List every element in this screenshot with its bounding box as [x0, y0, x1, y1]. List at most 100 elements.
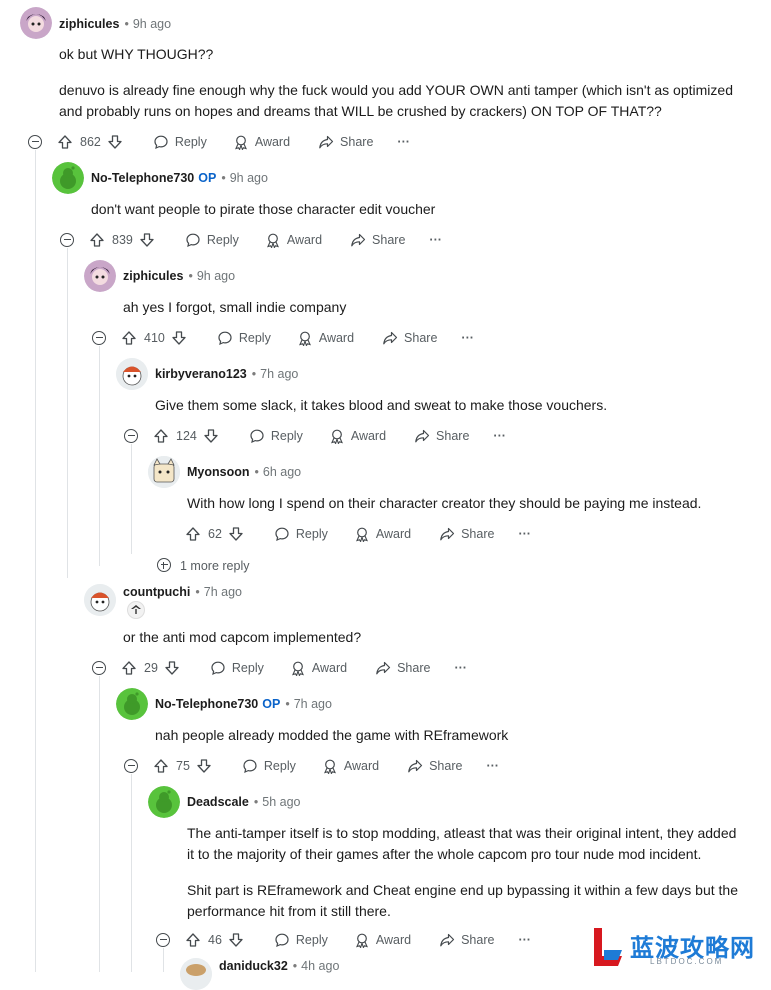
avatar[interactable] — [116, 358, 148, 390]
vote-count: 839 — [112, 233, 133, 247]
collapse-thread-icon[interactable] — [124, 429, 138, 443]
upvote-icon[interactable] — [185, 526, 201, 542]
downvote-icon[interactable] — [203, 428, 219, 444]
avatar[interactable] — [84, 584, 116, 616]
downvote-icon[interactable] — [196, 758, 212, 774]
avatar[interactable] — [20, 7, 52, 39]
upvote-icon[interactable] — [153, 758, 169, 774]
downvote-icon[interactable] — [228, 932, 244, 948]
username-link[interactable]: daniduck32 — [219, 959, 288, 973]
award-button[interactable]: Award — [233, 134, 290, 150]
collapse-thread-icon[interactable] — [92, 331, 106, 345]
username-link[interactable]: kirbyverano123 — [155, 367, 247, 381]
share-button[interactable]: Share — [350, 232, 405, 248]
reply-button[interactable]: Reply — [185, 232, 239, 248]
expand-replies-icon[interactable] — [157, 558, 171, 572]
upvote-icon[interactable] — [89, 232, 105, 248]
award-button[interactable]: Award — [329, 428, 386, 444]
comment-timestamp[interactable]: 9h ago — [133, 17, 171, 31]
more-options-button[interactable]: ··· — [397, 135, 410, 149]
avatar[interactable] — [84, 260, 116, 292]
username-link[interactable]: No-Telephone730 — [91, 171, 194, 185]
reply-icon — [210, 660, 226, 676]
collapse-thread-icon[interactable] — [124, 759, 138, 773]
avatar[interactable] — [180, 958, 212, 990]
reply-button[interactable]: Reply — [242, 758, 296, 774]
reply-button[interactable]: Reply — [217, 330, 271, 346]
reply-button[interactable]: Reply — [249, 428, 303, 444]
award-button[interactable]: Award — [265, 232, 322, 248]
comment-timestamp[interactable]: 5h ago — [262, 795, 300, 809]
more-options-button[interactable]: ··· — [518, 933, 531, 947]
avatar[interactable] — [52, 162, 84, 194]
share-button[interactable]: Share — [439, 526, 494, 542]
comment-meta: Myonsoon • 6h ago — [187, 464, 301, 480]
reply-button[interactable]: Reply — [274, 932, 328, 948]
reply-button[interactable]: Reply — [274, 526, 328, 542]
vote-group: 29 — [121, 660, 180, 676]
collapse-thread-icon[interactable] — [28, 135, 42, 149]
share-button[interactable]: Share — [439, 932, 494, 948]
reply-label: Reply — [295, 933, 328, 947]
username-link[interactable]: ziphicules — [123, 269, 183, 283]
vote-count: 124 — [176, 429, 197, 443]
more-replies-link[interactable]: 1 more reply — [180, 559, 249, 573]
more-options-button[interactable]: ··· — [493, 429, 506, 443]
username-link[interactable]: ziphicules — [59, 17, 119, 31]
award-button[interactable]: Award — [290, 660, 347, 676]
award-button[interactable]: Award — [354, 526, 411, 542]
avatar[interactable] — [148, 456, 180, 488]
avatar[interactable] — [116, 688, 148, 720]
collapse-thread-icon[interactable] — [156, 933, 170, 947]
share-label: Share — [461, 933, 495, 947]
reply-button[interactable]: Reply — [210, 660, 264, 676]
comment-timestamp[interactable]: 9h ago — [197, 269, 235, 283]
reply-button[interactable]: Reply — [153, 134, 207, 150]
upvote-icon[interactable] — [121, 330, 137, 346]
more-options-button[interactable]: ··· — [461, 331, 474, 345]
downvote-icon[interactable] — [107, 134, 123, 150]
comment-text: performance hit from it still there. — [187, 903, 391, 919]
comment-timestamp[interactable]: 4h ago — [301, 959, 339, 973]
downvote-icon[interactable] — [164, 660, 180, 676]
upvote-icon[interactable] — [57, 134, 73, 150]
upvote-icon[interactable] — [121, 660, 137, 676]
share-button[interactable]: Share — [382, 330, 437, 346]
comment-timestamp[interactable]: 7h ago — [260, 367, 298, 381]
comment-actions: 839 Reply Award Share ··· — [89, 229, 442, 251]
more-options-button[interactable]: ··· — [429, 233, 442, 247]
comment-text: denuvo is already fine enough why the fu… — [59, 82, 733, 98]
avatar[interactable] — [148, 786, 180, 818]
share-button[interactable]: Share — [375, 660, 430, 676]
collapse-thread-icon[interactable] — [60, 233, 74, 247]
comment-actions: 410 Reply Award Share ··· — [121, 327, 474, 349]
username-link[interactable]: Myonsoon — [187, 465, 250, 479]
comment-text: it to the majority of their games after … — [187, 846, 702, 862]
comment-timestamp[interactable]: 9h ago — [230, 171, 268, 185]
award-button[interactable]: Award — [354, 932, 411, 948]
share-label: Share — [461, 527, 495, 541]
share-icon — [350, 232, 366, 248]
collapse-thread-icon[interactable] — [92, 661, 106, 675]
award-button[interactable]: Award — [297, 330, 354, 346]
comment-timestamp[interactable]: 6h ago — [263, 465, 301, 479]
username-link[interactable]: Deadscale — [187, 795, 249, 809]
more-options-button[interactable]: ··· — [486, 759, 499, 773]
more-options-button[interactable]: ··· — [518, 527, 531, 541]
username-link[interactable]: No-Telephone730 — [155, 697, 258, 711]
upvote-icon[interactable] — [185, 932, 201, 948]
comment-timestamp[interactable]: 7h ago — [294, 697, 332, 711]
username-link[interactable]: countpuchi — [123, 585, 190, 599]
downvote-icon[interactable] — [139, 232, 155, 248]
award-button[interactable]: Award — [322, 758, 379, 774]
share-button[interactable]: Share — [407, 758, 462, 774]
award-icon — [329, 428, 345, 444]
downvote-icon[interactable] — [171, 330, 187, 346]
comment-timestamp[interactable]: 7h ago — [204, 585, 242, 599]
downvote-icon[interactable] — [228, 526, 244, 542]
share-button[interactable]: Share — [414, 428, 469, 444]
thread-line — [131, 774, 132, 972]
more-options-button[interactable]: ··· — [454, 661, 467, 675]
share-button[interactable]: Share — [318, 134, 373, 150]
upvote-icon[interactable] — [153, 428, 169, 444]
